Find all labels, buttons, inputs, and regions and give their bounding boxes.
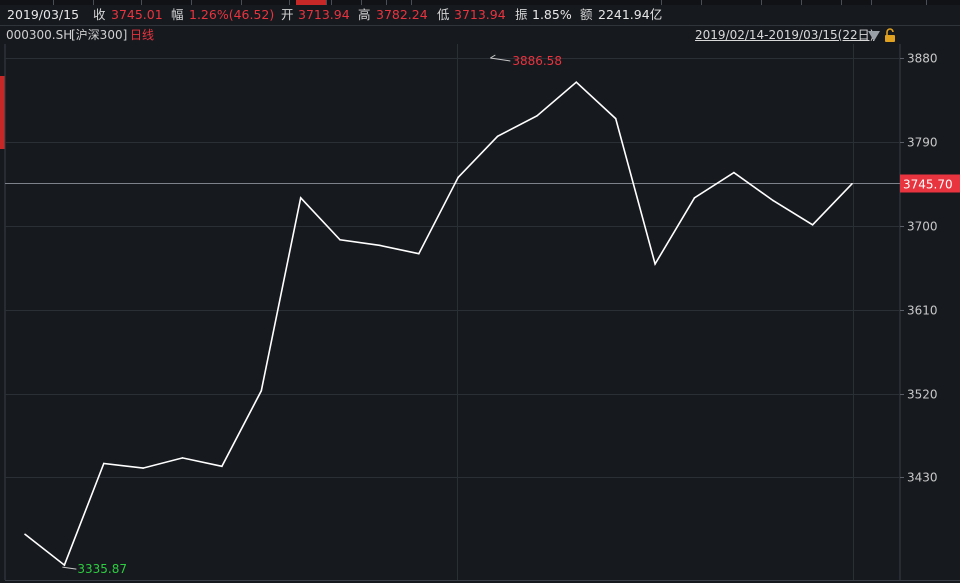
annotation-layer: 3886.58 3335.87 — [62, 54, 562, 576]
data-point — [457, 176, 460, 179]
series-layer — [24, 81, 853, 567]
data-point — [811, 224, 814, 226]
y-tick-label: 3520 — [907, 388, 938, 402]
y-tick-label: 3430 — [907, 471, 938, 485]
data-point — [772, 199, 774, 202]
y-tick-label: 3790 — [907, 136, 938, 150]
data-point — [24, 533, 26, 536]
y-tick-label: 3880 — [907, 52, 938, 66]
data-point — [103, 462, 105, 465]
data-point — [260, 390, 263, 392]
data-point — [63, 564, 66, 566]
y-axis: 3430 3520 3610 3700 3790 3880 3745.70 — [900, 52, 960, 485]
data-point — [496, 135, 499, 138]
range-dropdown-icon[interactable] — [868, 31, 880, 41]
y-tick-label: 3700 — [907, 220, 938, 234]
min-value-label: 3335.87 — [77, 562, 127, 576]
min-arrow — [62, 566, 77, 570]
data-point — [221, 465, 223, 468]
max-value-label: 3886.58 — [512, 54, 562, 68]
data-point — [693, 197, 696, 199]
data-point — [142, 467, 144, 469]
current-value-label: 3745.70 — [903, 178, 953, 192]
data-point — [536, 115, 538, 117]
grid — [4, 44, 960, 581]
data-point — [299, 197, 302, 199]
data-point — [851, 183, 853, 185]
max-arrow-head — [490, 54, 496, 59]
y-tick-label: 3610 — [907, 304, 938, 318]
data-point — [614, 117, 617, 120]
price-line-chart[interactable]: 3430352036103700379038803745.70 3886.583… — [0, 0, 960, 583]
data-point — [733, 171, 735, 174]
data-point — [181, 457, 184, 459]
data-point — [575, 81, 578, 83]
lock-icon[interactable] — [885, 28, 895, 42]
data-point — [339, 239, 341, 241]
data-point — [654, 263, 656, 265]
data-point — [378, 244, 381, 247]
data-point — [418, 252, 420, 255]
price-series-line — [24, 81, 853, 567]
